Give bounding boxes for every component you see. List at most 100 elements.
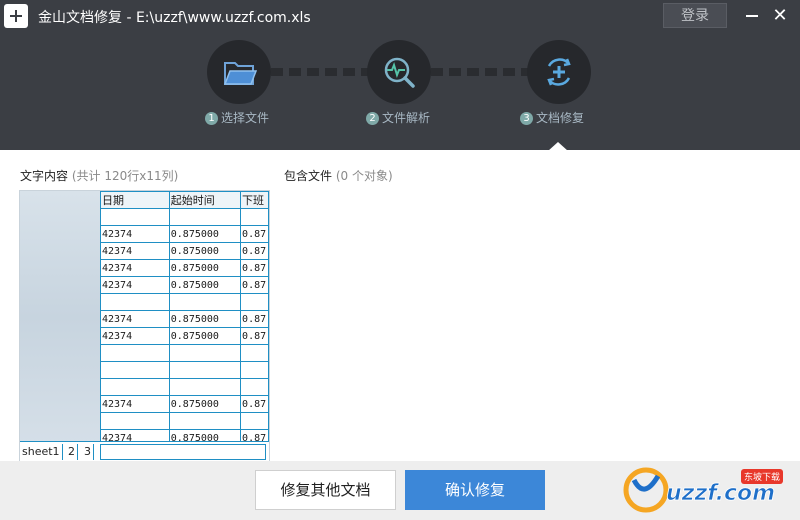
table-cell: 42374 bbox=[100, 310, 170, 328]
step-number-badge: 2 bbox=[366, 112, 379, 125]
table-cell: 42374 bbox=[100, 395, 170, 413]
table-cell bbox=[100, 412, 170, 430]
step-label-text: 文件解析 bbox=[382, 111, 431, 125]
table-cell bbox=[168, 378, 242, 396]
sheet-tab[interactable]: sheet1 bbox=[20, 444, 63, 460]
table-cell bbox=[168, 412, 242, 430]
step-label: 3 文档修复 bbox=[520, 109, 584, 126]
table-cell bbox=[168, 208, 242, 226]
included-files-count: (0 个对象) bbox=[335, 169, 393, 183]
step-label-text: 选择文件 bbox=[221, 111, 270, 125]
table-row bbox=[100, 293, 269, 311]
table-cell: 0.87 bbox=[240, 310, 269, 328]
table-cell: 0.875000 bbox=[168, 259, 242, 277]
table-cell: 42374 bbox=[100, 242, 170, 260]
table-cell: 42374 bbox=[100, 327, 170, 345]
table-cell: 42374 bbox=[100, 276, 170, 294]
step-repair-doc bbox=[527, 40, 591, 104]
table-row: 42374 0.875000 0.87 bbox=[100, 327, 269, 345]
table-cell bbox=[168, 344, 242, 362]
step-parse-file bbox=[367, 40, 431, 104]
step-select-file bbox=[207, 40, 271, 104]
table-cell: 0.875000 bbox=[168, 395, 242, 413]
table-row bbox=[100, 378, 269, 396]
table-row: 42374 0.875000 0.87 bbox=[100, 225, 269, 243]
table-header-row: 日期 起始时间 下班 bbox=[100, 191, 269, 209]
refresh-plus-icon bbox=[547, 58, 571, 86]
text-content-title: 文字内容 bbox=[20, 169, 69, 183]
watermark-badge: 东坡下载 bbox=[741, 469, 784, 484]
folder-icon bbox=[223, 62, 257, 85]
table-row: 42374 0.875000 0.87 bbox=[100, 310, 269, 328]
table-cell: 0.875000 bbox=[168, 242, 242, 260]
column-header: 下班 bbox=[240, 191, 269, 209]
watermark-text: uzzf.com bbox=[666, 481, 775, 506]
table-cell bbox=[240, 293, 269, 311]
table-row bbox=[100, 344, 269, 362]
column-header: 起始时间 bbox=[168, 191, 242, 209]
sheet-tab[interactable]: 2 bbox=[66, 444, 78, 460]
table-cell: 0.87 bbox=[240, 395, 269, 413]
table-cell: 0.875000 bbox=[168, 310, 242, 328]
step-progress: 1 选择文件 2 文件解析 3 文档修复 bbox=[0, 32, 800, 150]
step-connector bbox=[271, 68, 369, 76]
window-title: 金山文档修复 - E:\uzzf\www.uzzf.com.xls bbox=[38, 10, 311, 26]
spreadsheet-preview[interactable]: 日期 起始时间 下班 42374 0.875000 0.87 42374 0.87500… bbox=[19, 190, 270, 463]
minimize-icon bbox=[746, 15, 758, 17]
table-cell bbox=[240, 412, 269, 430]
table-cell: 0.87 bbox=[240, 276, 269, 294]
table-cell bbox=[100, 361, 170, 379]
sheet-tab-area bbox=[100, 444, 266, 460]
close-button[interactable]: ✕ bbox=[770, 6, 790, 26]
included-files-heading: 包含文件 (0 个对象) bbox=[284, 167, 393, 184]
table-cell bbox=[240, 208, 269, 226]
table-cell bbox=[240, 361, 269, 379]
table-cell: 0.87 bbox=[240, 327, 269, 345]
column-header: 日期 bbox=[100, 191, 170, 209]
table-cell bbox=[168, 361, 242, 379]
table-row bbox=[100, 361, 269, 379]
confirm-repair-button[interactable]: 确认修复 bbox=[405, 470, 545, 510]
table-row bbox=[100, 412, 269, 430]
app-logo-icon bbox=[4, 4, 28, 28]
sheet-tab[interactable]: 3 bbox=[82, 444, 94, 460]
table-cell: 42374 bbox=[100, 259, 170, 277]
step-number-badge: 1 bbox=[205, 112, 218, 125]
minimize-button[interactable] bbox=[742, 6, 762, 26]
table-cell: 0.875000 bbox=[168, 327, 242, 345]
table-cell: 0.87 bbox=[240, 259, 269, 277]
table-row: 42374 0.875000 0.87 bbox=[100, 259, 269, 277]
text-content-heading: 文字内容 (共计 120行x11列) bbox=[20, 167, 178, 184]
table-cell bbox=[100, 208, 170, 226]
step-label: 2 文件解析 bbox=[366, 109, 430, 126]
table-cell bbox=[100, 293, 170, 311]
table-cell: 42374 bbox=[100, 225, 170, 243]
table-row: 42374 0.875000 0.87 bbox=[100, 242, 269, 260]
table-cell bbox=[100, 378, 170, 396]
table-row: 42374 0.875000 0.87 bbox=[100, 276, 269, 294]
active-step-pointer bbox=[548, 142, 568, 151]
included-files-title: 包含文件 bbox=[284, 169, 333, 183]
blurred-column-region bbox=[20, 191, 100, 443]
step-connector bbox=[431, 68, 529, 76]
table-row bbox=[100, 208, 269, 226]
table-cell: 0.87 bbox=[240, 242, 269, 260]
sheet-tab-bar: sheet1 2 3 bbox=[20, 441, 269, 462]
step-label: 1 选择文件 bbox=[205, 109, 269, 126]
table-cell bbox=[240, 344, 269, 362]
login-button[interactable]: 登录 bbox=[663, 3, 727, 28]
spreadsheet-grid: 日期 起始时间 下班 42374 0.875000 0.87 42374 0.87500… bbox=[100, 191, 269, 447]
table-cell bbox=[100, 344, 170, 362]
table-row: 42374 0.875000 0.87 bbox=[100, 395, 269, 413]
table-cell: 0.875000 bbox=[168, 276, 242, 294]
magnifier-pulse-icon bbox=[384, 57, 415, 88]
step-number-badge: 3 bbox=[520, 112, 533, 125]
table-cell: 0.875000 bbox=[168, 225, 242, 243]
table-cell bbox=[240, 378, 269, 396]
step-label-text: 文档修复 bbox=[536, 111, 585, 125]
table-cell: 0.87 bbox=[240, 225, 269, 243]
text-content-count: (共计 120行x11列) bbox=[71, 169, 179, 183]
title-bar: 金山文档修复 - E:\uzzf\www.uzzf.com.xls 登录 ✕ bbox=[0, 0, 800, 32]
repair-other-doc-button[interactable]: 修复其他文档 bbox=[255, 470, 396, 510]
table-cell bbox=[168, 293, 242, 311]
